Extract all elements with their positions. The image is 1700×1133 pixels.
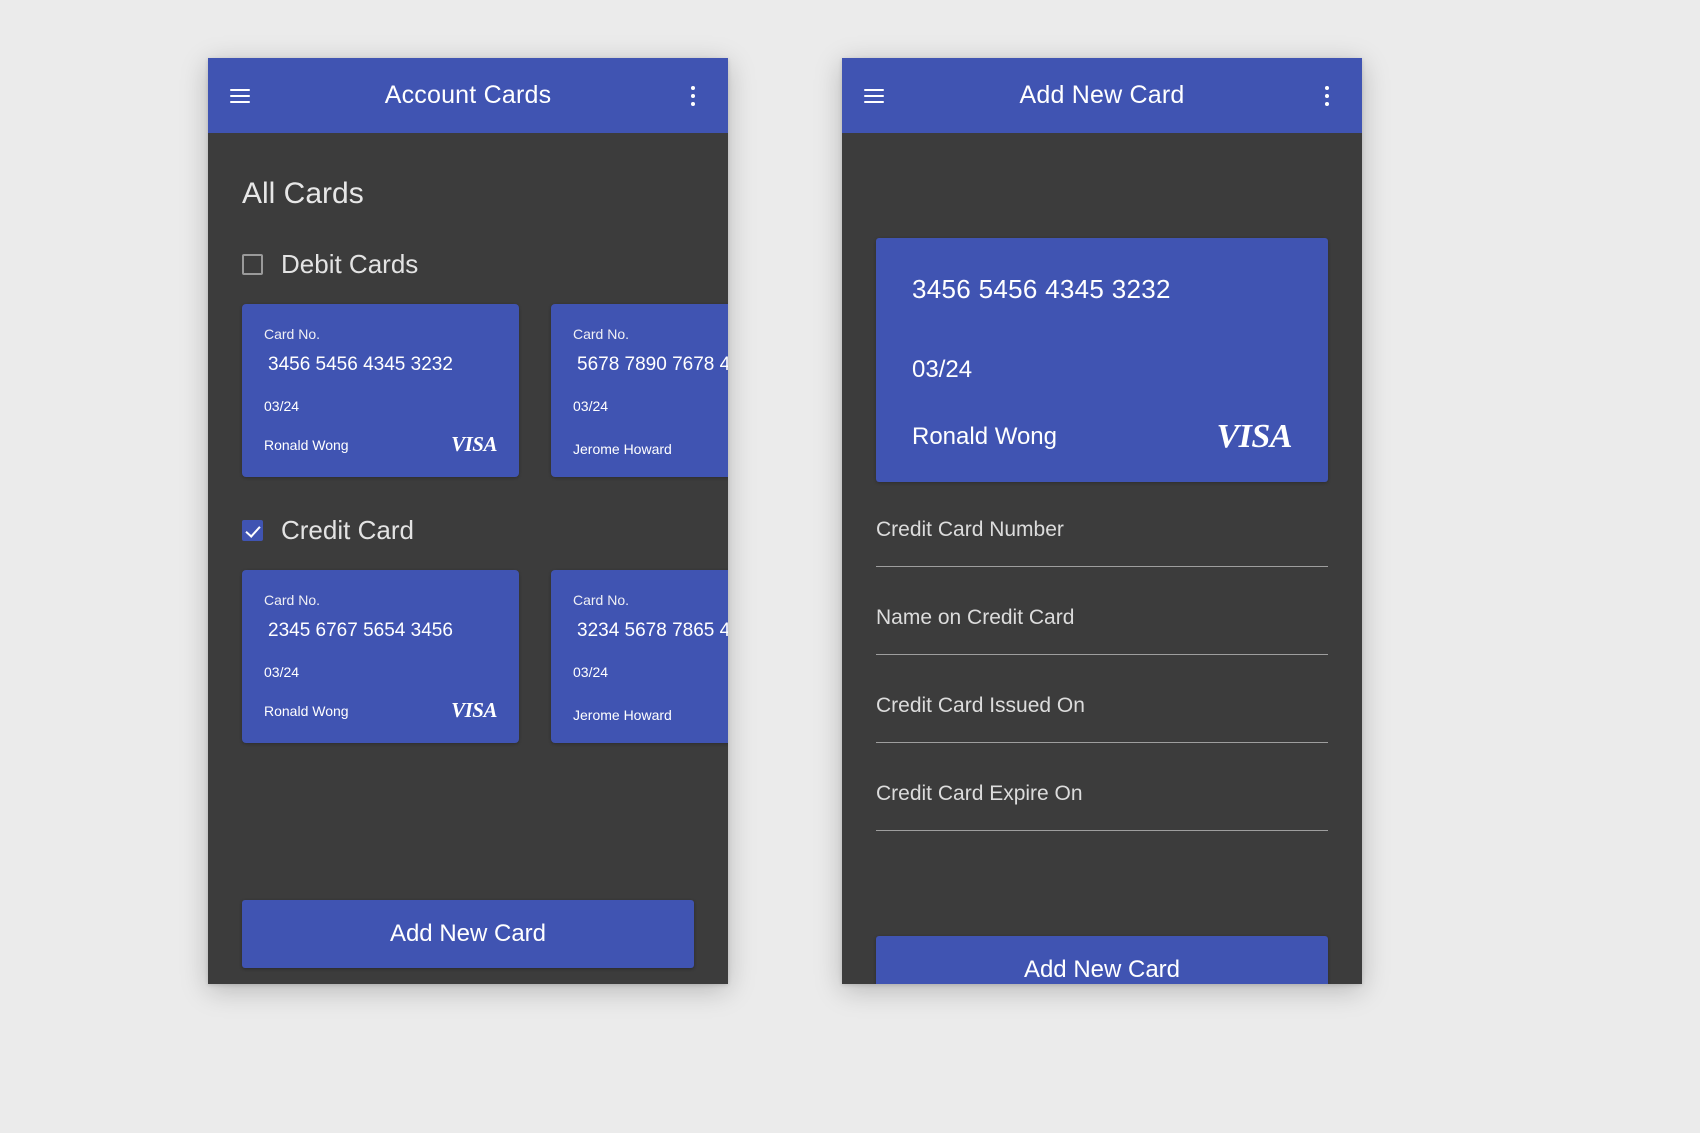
checkbox-debit-cards[interactable] [242, 254, 263, 275]
card-no-label: Card No. [573, 326, 630, 342]
field-credit-card-issued-on[interactable]: Credit Card Issued On [876, 694, 1328, 743]
card-tile[interactable]: Card No. 3456 5456 4345 3232 03/24 Ronal… [242, 304, 519, 477]
group-label-credit: Credit Card [281, 515, 414, 545]
app-mockup-stage: Account Cards All Cards Debit Cards Card… [0, 0, 1700, 1133]
field-name-on-credit-card[interactable]: Name on Credit Card [876, 606, 1328, 655]
field-underline [876, 742, 1328, 743]
group-header-debit[interactable]: Debit Cards [208, 249, 728, 280]
field-credit-card-expire-on[interactable]: Credit Card Expire On [876, 782, 1328, 831]
card-preview: 3456 5456 4345 3232 03/24 Ronald Wong VI… [876, 238, 1328, 482]
card-expiry: 03/24 [573, 398, 609, 414]
screen-body-right: 3456 5456 4345 3232 03/24 Ronald Wong VI… [842, 133, 1362, 984]
group-header-credit[interactable]: Credit Card [208, 515, 728, 546]
card-expiry: 03/24 [264, 398, 300, 414]
field-label: Credit Card Expire On [876, 782, 1083, 805]
card-holder: Jerome Howard [573, 441, 672, 457]
card-number: 2345 6767 5654 3456 [268, 620, 453, 641]
card-row-credit: Card No. 2345 6767 5654 3456 03/24 Ronal… [208, 570, 728, 743]
field-label: Credit Card Number [876, 518, 1064, 541]
card-number: 3456 5456 4345 3232 [268, 354, 453, 375]
card-expiry: 03/24 [264, 664, 300, 680]
preview-card-expiry: 03/24 [912, 356, 973, 383]
field-label: Name on Credit Card [876, 606, 1075, 629]
card-holder: Ronald Wong [264, 436, 349, 453]
hamburger-icon[interactable] [864, 83, 890, 109]
field-credit-card-number[interactable]: Credit Card Number [876, 518, 1328, 567]
group-debit-cards: Debit Cards Card No. 3456 5456 4345 3232… [208, 249, 728, 477]
field-underline [876, 566, 1328, 567]
card-number: 3234 5678 7865 4567 [577, 620, 728, 641]
add-card-form: Credit Card Number Name on Credit Card C… [876, 518, 1328, 870]
group-label-debit: Debit Cards [281, 249, 419, 279]
card-holder: Jerome Howard [573, 707, 672, 723]
phone-screen-add-new-card: Add New Card 3456 5456 4345 3232 03/24 R… [842, 58, 1362, 984]
appbar-right: Add New Card [842, 58, 1362, 133]
field-label: Credit Card Issued On [876, 694, 1085, 717]
card-row-debit: Card No. 3456 5456 4345 3232 03/24 Ronal… [208, 304, 728, 477]
preview-card-holder: Ronald Wong [912, 423, 1057, 450]
card-tile[interactable]: Card No. 5678 7890 7678 4567 03/24 Jerom… [551, 304, 728, 477]
appbar-title-right: Add New Card [1019, 81, 1185, 109]
more-vertical-icon[interactable] [680, 83, 706, 109]
card-expiry: 03/24 [573, 664, 609, 680]
field-underline [876, 654, 1328, 655]
preview-card-footer: Ronald Wong VISA [912, 418, 1292, 456]
hamburger-icon[interactable] [230, 83, 256, 109]
card-no-label: Card No. [573, 592, 630, 608]
appbar-left: Account Cards [208, 58, 728, 133]
page-title: All Cards [242, 177, 364, 210]
visa-logo-icon: VISA [1216, 418, 1293, 455]
appbar-title-left: Account Cards [384, 81, 552, 109]
card-tile[interactable]: Card No. 3234 5678 7865 4567 03/24 Jerom… [551, 570, 728, 743]
card-footer: Jerome Howard [573, 441, 728, 457]
add-new-card-button[interactable]: Add New Card [876, 936, 1328, 984]
card-no-label: Card No. [264, 326, 321, 342]
card-holder: Ronald Wong [264, 702, 349, 719]
card-no-label: Card No. [264, 592, 321, 608]
visa-logo-icon: VISA [451, 698, 497, 722]
card-number: 5678 7890 7678 4567 [577, 354, 728, 375]
preview-card-number: 3456 5456 4345 3232 [912, 274, 1171, 304]
card-footer: Ronald Wong VISA [264, 432, 497, 457]
group-credit-card: Credit Card Card No. 2345 6767 5654 3456… [208, 515, 728, 743]
field-underline [876, 830, 1328, 831]
more-vertical-icon[interactable] [1314, 83, 1340, 109]
card-footer: Jerome Howard [573, 707, 728, 723]
card-footer: Ronald Wong VISA [264, 698, 497, 723]
phone-screen-account-cards: Account Cards All Cards Debit Cards Card… [208, 58, 728, 984]
checkbox-credit-card[interactable] [242, 520, 263, 541]
visa-logo-icon: VISA [451, 432, 497, 456]
card-tile[interactable]: Card No. 2345 6767 5654 3456 03/24 Ronal… [242, 570, 519, 743]
screen-body-left: All Cards Debit Cards Card No. 3456 5456… [208, 133, 728, 984]
add-new-card-button[interactable]: Add New Card [242, 900, 694, 968]
